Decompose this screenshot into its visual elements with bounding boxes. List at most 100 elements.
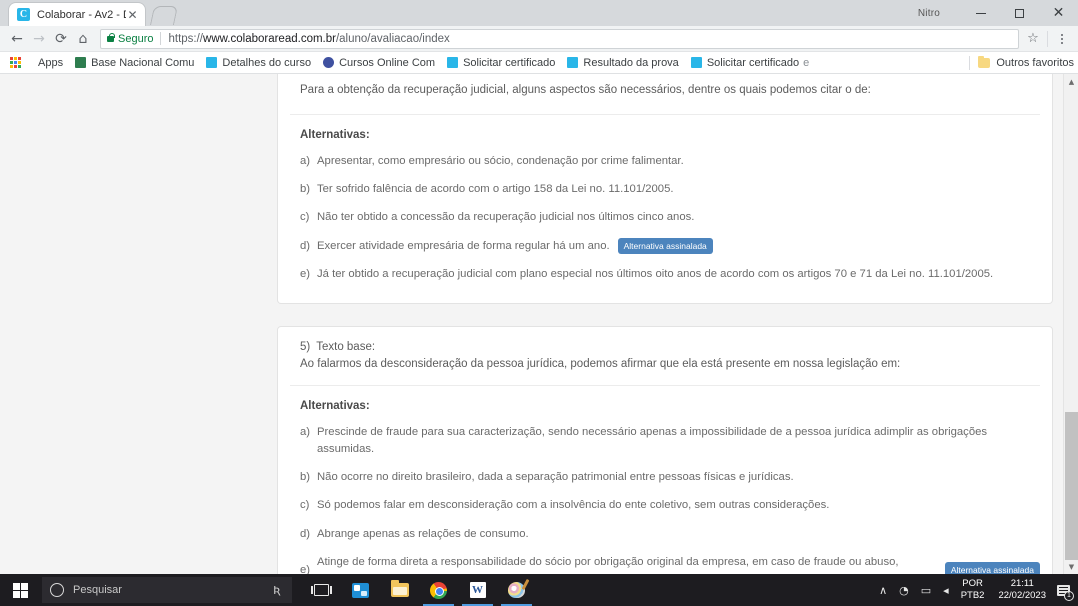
bookmark-item[interactable]: Resultado da prova <box>561 52 684 74</box>
cortana-icon <box>50 583 64 597</box>
bookmark-label-overflow: e <box>803 56 810 69</box>
scroll-up-icon[interactable]: ▲ <box>1064 74 1078 89</box>
bookmarks-bar: Apps Base Nacional Comu Detalhes do curs… <box>0 52 1078 74</box>
task-view-button[interactable] <box>302 574 341 606</box>
tray-chevron-icon[interactable]: ∧ <box>873 585 893 596</box>
browser-tab[interactable]: C Colaborar - Av2 - Direito ✕ <box>8 2 146 26</box>
scroll-down-icon[interactable]: ▼ <box>1064 559 1078 574</box>
reload-icon[interactable]: ⟳ <box>50 28 72 50</box>
question-number: 5) <box>300 340 311 353</box>
alternative-row[interactable]: e) Já ter obtido a recuperação judicial … <box>300 260 1040 288</box>
question-stem: Para a obtenção da recuperação judicial,… <box>300 84 871 96</box>
bookmark-item[interactable]: Solicitar certificado e <box>685 52 815 74</box>
address-bar[interactable]: Seguro https://www.colaboraread.com.br/a… <box>100 28 1019 49</box>
taskbar-search[interactable]: Pesquisar Ʀ <box>42 577 292 603</box>
microphone-icon[interactable]: Ʀ <box>270 584 284 597</box>
alternative-row-selected[interactable]: d) Exercer atividade empresária de forma… <box>300 232 1040 261</box>
store-button[interactable] <box>341 574 380 606</box>
bookmark-label: Base Nacional Comu <box>91 56 195 69</box>
notification-center-button[interactable]: 1 <box>1052 574 1074 606</box>
battery-icon[interactable]: ▭ <box>915 585 937 596</box>
bookmark-label: Cursos Online Com <box>339 56 436 69</box>
other-bookmarks-label[interactable]: Outros favoritos <box>996 57 1074 69</box>
question-card: 5) Texto base: Ao falarmos da desconsider… <box>277 325 1053 574</box>
question-stem: Ao falarmos da desconsideração da pessoa… <box>300 358 901 371</box>
close-icon: ✕ <box>1052 5 1065 21</box>
alternative-body: Exercer atividade empresária de forma re… <box>317 237 1040 255</box>
alternatives-list: a) Prescinde de fraude para sua caracter… <box>290 414 1040 574</box>
bookmark-item[interactable]: Base Nacional Comu <box>69 52 200 74</box>
alternative-letter: c) <box>300 211 310 224</box>
alternative-text: Exercer atividade empresária de forma re… <box>317 239 610 252</box>
chrome-button[interactable] <box>419 574 458 606</box>
alternative-text: Só podemos falar em desconsideração com … <box>317 499 830 512</box>
alternative-row[interactable]: b) Ter sofrido falência de acordo com o … <box>300 175 1040 203</box>
alternative-text: Apresentar, como empresário ou sócio, co… <box>317 154 684 167</box>
word-icon: W <box>469 582 486 598</box>
bookmark-label: Solicitar certificado <box>463 56 556 69</box>
alternative-row[interactable]: a) Prescinde de fraude para sua caracter… <box>300 418 1040 463</box>
back-icon[interactable]: ← <box>6 28 28 50</box>
bookmark-item[interactable]: Detalhes do curso <box>200 52 317 74</box>
alternative-row-selected[interactable]: e) Atinge de forma direta a responsabili… <box>300 548 1040 574</box>
tab-close-icon[interactable]: ✕ <box>126 9 139 21</box>
scrollbar-thumb[interactable] <box>1065 412 1078 560</box>
alternative-body: Prescinde de fraude para sua caracteriza… <box>317 424 1040 457</box>
bookmark-item[interactable]: Solicitar certificado <box>441 52 561 74</box>
language-line-2: PTB2 <box>960 590 985 601</box>
volume-icon[interactable]: ◂ <box>937 585 955 596</box>
word-button[interactable]: W <box>458 574 497 606</box>
home-icon[interactable]: ⌂ <box>72 28 94 50</box>
exam-content-column: Para a obtenção da recuperação judicial,… <box>277 74 1053 574</box>
minimize-button[interactable] <box>961 0 1000 26</box>
paint-button[interactable] <box>497 574 536 606</box>
file-explorer-button[interactable] <box>380 574 419 606</box>
page-scroll-area: Para a obtenção da recuperação judicial,… <box>0 74 1063 574</box>
bookmark-favicon-icon <box>323 57 335 68</box>
alternative-letter: b) <box>300 183 311 196</box>
alternative-row[interactable]: a) Apresentar, como empresário ou sócio,… <box>300 147 1040 175</box>
maximize-button[interactable] <box>1000 0 1039 26</box>
paint-icon <box>508 582 525 598</box>
profile-chip[interactable]: Nitro <box>911 6 947 21</box>
page-scrollbar[interactable]: ▲ ▼ <box>1063 74 1078 574</box>
browser-toolbar: ← → ⟳ ⌂ Seguro https://www.colaboraread.… <box>0 26 1078 52</box>
taskbar-app-icons: W <box>302 574 536 606</box>
alternative-text: Ter sofrido falência de acordo com o art… <box>317 183 674 196</box>
windows-taskbar: Pesquisar Ʀ W ∧ ◔ ▭ ◂ POR PTB2 21:11 22/… <box>0 574 1078 606</box>
new-tab-button[interactable] <box>150 6 178 25</box>
alternative-row[interactable]: c) Não ter obtido a concessão da recuper… <box>300 203 1040 231</box>
tab-favicon-icon: C <box>17 8 30 21</box>
alternative-letter: d) <box>300 239 311 252</box>
start-button[interactable] <box>0 574 40 606</box>
question-card: Para a obtenção da recuperação judicial,… <box>277 74 1053 304</box>
omnibox-divider <box>160 32 162 45</box>
apps-grid-icon[interactable] <box>10 56 26 69</box>
bookmark-favicon-icon <box>75 57 87 68</box>
clock[interactable]: 21:11 22/02/2023 <box>992 578 1052 602</box>
chrome-icon <box>430 581 447 599</box>
wifi-icon[interactable]: ◔ <box>893 585 915 596</box>
alternative-body: Atinge de forma direta a responsabilidad… <box>317 554 1040 574</box>
alternative-letter: b) <box>300 471 311 484</box>
alternative-row[interactable]: b) Não ocorre no direito brasileiro, dad… <box>300 463 1040 491</box>
alternative-body: Só podemos falar em desconsideração com … <box>317 497 1040 513</box>
folder-icon <box>390 580 409 597</box>
window-controls: Nitro ✕ <box>911 0 1078 26</box>
language-indicator[interactable]: POR PTB2 <box>955 578 993 602</box>
minimize-icon <box>975 12 986 14</box>
language-line-1: POR <box>962 578 983 590</box>
alternative-row[interactable]: d) Abrange apenas as relações de consumo… <box>300 520 1040 548</box>
bookmark-star-icon[interactable]: ☆ <box>1023 31 1043 46</box>
bookmark-apps[interactable]: Apps <box>32 52 69 74</box>
alternative-body: Apresentar, como empresário ou sócio, co… <box>317 153 1040 169</box>
bookmark-favicon-icon <box>447 57 459 68</box>
selected-answer-badge: Alternativa assinalada <box>944 562 1040 574</box>
lock-icon <box>107 32 115 42</box>
bookmark-item[interactable]: Cursos Online Com <box>317 52 441 74</box>
alternative-row[interactable]: c) Só podemos falar em desconsideração c… <box>300 491 1040 519</box>
close-button[interactable]: ✕ <box>1039 0 1078 26</box>
question-label: Texto base: <box>316 340 376 353</box>
chrome-menu-icon[interactable] <box>1052 33 1072 44</box>
url-host: www.colaboraread.com.br <box>203 32 336 45</box>
